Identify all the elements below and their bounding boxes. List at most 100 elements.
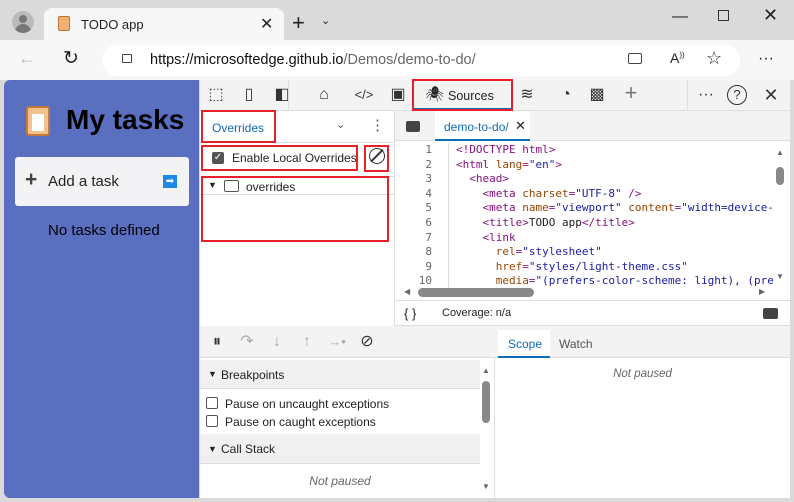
scroll-up-icon[interactable]: ▲ <box>776 148 784 157</box>
close-file-icon[interactable]: ✕ <box>515 118 526 134</box>
app-title: My tasks <box>66 104 185 135</box>
url-path: /Demos/demo-to-do/ <box>343 52 476 68</box>
checkbox-icon <box>206 415 218 427</box>
file-tab-label: demo-to-do/ <box>444 120 509 134</box>
file-tab[interactable]: demo-to-do/ ✕ <box>435 111 530 141</box>
maximize-icon[interactable] <box>718 10 729 21</box>
help-icon[interactable]: ? <box>727 85 747 105</box>
expand-triangle-icon: ▼ <box>208 444 217 454</box>
inspect-icon[interactable]: ⬚ <box>205 85 227 105</box>
back-icon[interactable]: ← <box>18 48 36 69</box>
coverage-status: Coverage: n/a <box>442 307 512 319</box>
more-tools-plus-icon[interactable]: + <box>620 82 642 104</box>
line-number[interactable]: 7 <box>395 231 432 246</box>
highlight-overrides-tab <box>201 110 276 143</box>
tab-watch[interactable]: Watch <box>559 337 593 351</box>
call-stack-header[interactable]: ▼ Call Stack <box>200 434 480 464</box>
checkbox-icon <box>206 397 218 409</box>
line-gutter: 1 2 3 4 5 6 7 8 9 10 <box>395 143 449 291</box>
add-task-button[interactable]: + Add a task ➡ <box>15 157 189 206</box>
code-line: media="(prefers-color-scheme: light), (p… <box>495 274 774 288</box>
line-number[interactable]: 2 <box>395 158 432 173</box>
code-area[interactable]: <!DOCTYPE html> <html lang="en"> <head> <… <box>456 143 774 291</box>
scope-tab-label: Scope <box>508 337 543 351</box>
app-available-icon[interactable] <box>628 53 642 64</box>
code-line: rel="stylesheet" <box>495 245 602 259</box>
navigator-menu-icon[interactable]: ⋮ <box>370 116 385 134</box>
device-emulation-icon[interactable]: ▯ <box>238 85 260 105</box>
dock-icon[interactable]: ◧ <box>271 85 293 105</box>
close-tab-icon[interactable]: ✕ <box>260 14 273 34</box>
editor: demo-to-do/ ✕ 1 2 3 4 5 6 7 8 9 10 <!DOCTYPE html… <box>395 111 790 326</box>
pause-caught-label: Pause on caught exceptions <box>225 415 376 429</box>
code-line: <link <box>482 230 516 244</box>
todo-app: My tasks + Add a task ➡ No tasks defined <box>4 80 199 498</box>
step-into-icon[interactable]: ↓ <box>266 332 288 352</box>
profile-avatar[interactable] <box>12 11 34 33</box>
tab-list-chevron-icon[interactable]: ⌄ <box>321 14 330 27</box>
minimize-icon[interactable]: — <box>672 8 688 26</box>
submit-arrow-icon: ➡ <box>163 175 177 188</box>
line-number[interactable]: 1 <box>395 143 432 158</box>
browser-tab[interactable]: TODO app ✕ <box>44 8 284 42</box>
read-aloud-icon[interactable]: A)) <box>670 50 685 66</box>
network-icon[interactable]: ≋ <box>516 85 538 105</box>
url-host: https://microsoftedge.github.io <box>150 52 344 68</box>
deactivate-breakpoints-icon[interactable]: ⊘ <box>356 332 378 352</box>
horizontal-scrollbar[interactable] <box>418 288 534 297</box>
line-number[interactable]: 5 <box>395 201 432 216</box>
more-tabs-chevron-icon[interactable]: ⌄ <box>336 118 345 131</box>
highlight-sources <box>412 79 513 111</box>
line-number[interactable]: 3 <box>395 172 432 187</box>
elements-icon[interactable]: </> <box>353 85 375 105</box>
toggle-navigator-icon[interactable] <box>406 121 420 132</box>
add-task-label: Add a task <box>48 173 119 190</box>
plus-icon: + <box>25 168 38 191</box>
code-line: <title>TODO app</title> <box>482 215 635 229</box>
highlight-enable-overrides <box>201 145 358 171</box>
vertical-scrollbar[interactable] <box>776 167 784 185</box>
new-tab-icon[interactable]: + <box>292 10 305 36</box>
tab-scope[interactable]: Scope <box>498 330 550 358</box>
close-window-icon[interactable]: ✕ <box>763 5 778 26</box>
call-stack-status: Not paused <box>309 474 371 488</box>
more-options-icon[interactable]: ··· <box>695 85 717 105</box>
line-number[interactable]: 10 <box>395 274 432 289</box>
scroll-right-icon[interactable]: ▶ <box>759 287 765 296</box>
tab-title: TODO app <box>81 17 144 32</box>
address-bar[interactable]: https://microsoftedge.github.io/Demos/de… <box>102 45 740 76</box>
scroll-down-icon[interactable]: ▼ <box>776 272 784 281</box>
console-icon[interactable]: ▣ <box>387 85 409 105</box>
step-icon[interactable]: →• <box>326 332 348 352</box>
sidebar-scrollbar[interactable] <box>482 381 490 423</box>
performance-icon[interactable]: ◔ <box>555 85 577 105</box>
pause-icon[interactable]: ⏸ <box>206 332 228 352</box>
close-devtools-icon[interactable]: ✕ <box>760 85 782 105</box>
line-number[interactable]: 6 <box>395 216 432 231</box>
step-out-icon[interactable]: ↑ <box>296 332 318 352</box>
line-number[interactable]: 4 <box>395 187 432 202</box>
scroll-up-icon[interactable]: ▲ <box>482 366 490 375</box>
empty-message: No tasks defined <box>48 222 160 239</box>
highlight-overrides-folder <box>201 176 389 242</box>
memory-icon[interactable]: ▩ <box>586 85 608 105</box>
scroll-left-icon[interactable]: ◀ <box>404 287 410 296</box>
step-over-icon[interactable]: ↷ <box>236 332 258 352</box>
clipboard-icon <box>26 106 50 136</box>
code-line: <html lang="en"> <box>456 157 562 171</box>
breakpoints-header[interactable]: ▼ Breakpoints <box>200 360 480 389</box>
favorites-star-icon[interactable]: ☆ <box>706 48 722 69</box>
line-number[interactable]: 9 <box>395 260 432 275</box>
call-stack-title: Call Stack <box>221 442 276 456</box>
pretty-print-icon[interactable]: { } <box>404 306 416 321</box>
welcome-home-icon[interactable]: ⌂ <box>313 85 335 105</box>
pause-uncaught-label: Pause on uncaught exceptions <box>225 397 390 411</box>
breakpoints-title: Breakpoints <box>221 368 285 382</box>
line-number[interactable]: 8 <box>395 245 432 260</box>
refresh-icon[interactable]: ↻ <box>63 47 79 70</box>
code-line: <meta name="viewport" content="width=dev… <box>482 201 775 215</box>
scope-status: Not paused <box>613 368 672 380</box>
more-icon[interactable]: ··· <box>758 50 774 68</box>
scroll-down-icon[interactable]: ▼ <box>482 482 490 491</box>
drawer-toggle-icon[interactable] <box>763 308 778 319</box>
